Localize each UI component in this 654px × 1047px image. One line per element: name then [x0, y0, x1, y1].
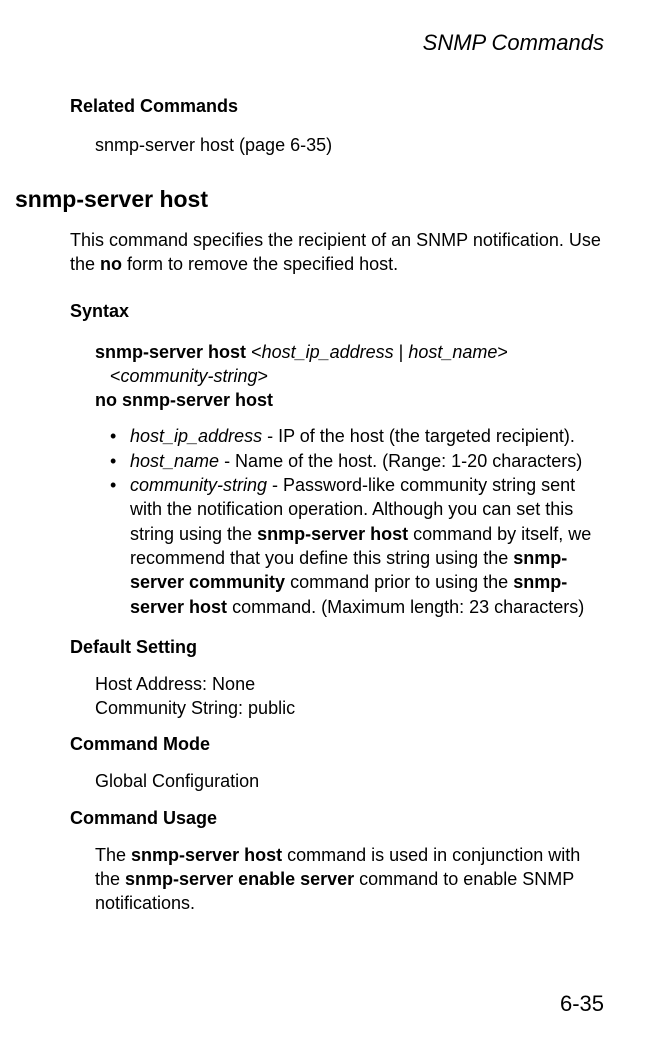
b2-italic: host_name: [130, 451, 219, 471]
syntax-line1-open: <: [251, 342, 262, 362]
related-commands-heading: Related Commands: [70, 96, 609, 117]
syntax-line2-italic: community-string: [121, 366, 258, 386]
syntax-line2-open: <: [110, 366, 121, 386]
b3-text3: command prior to using the: [285, 572, 513, 592]
bullet-item-1: • host_ip_address - IP of the host (the …: [110, 424, 609, 448]
syntax-line3: no snmp-server host: [95, 388, 609, 412]
usage-text1: The: [95, 845, 131, 865]
syntax-line1-close: >: [497, 342, 508, 362]
command-usage-text: The snmp-server host command is used in …: [95, 843, 609, 916]
default-line1: Host Address: None: [95, 674, 255, 694]
page-number: 6-35: [560, 991, 604, 1017]
b3-italic: community-string: [130, 475, 267, 495]
syntax-line1: snmp-server host <host_ip_address | host…: [95, 340, 609, 364]
description-part2: form to remove the specified host.: [122, 254, 398, 274]
b1-text: - IP of the host (the targeted recipient…: [262, 426, 575, 446]
command-mode-heading: Command Mode: [70, 734, 609, 755]
bullet-mark: •: [110, 449, 120, 473]
b3-bold1: snmp-server host: [257, 524, 408, 544]
bullet-list: • host_ip_address - IP of the host (the …: [110, 424, 609, 618]
syntax-line1-bold: snmp-server host: [95, 342, 251, 362]
bullet-text-2: host_name - Name of the host. (Range: 1-…: [130, 449, 609, 473]
description-no-bold: no: [100, 254, 122, 274]
syntax-line2-close: >: [258, 366, 269, 386]
usage-bold1: snmp-server host: [131, 845, 282, 865]
bullet-text-3: community-string - Password-like communi…: [130, 473, 609, 619]
bullet-mark: •: [110, 473, 120, 497]
bullet-item-2: • host_name - Name of the host. (Range: …: [110, 449, 609, 473]
syntax-line1-italic2: host_name: [408, 342, 497, 362]
page-header: SNMP Commands: [15, 30, 609, 56]
b1-italic: host_ip_address: [130, 426, 262, 446]
related-commands-text: snmp-server host (page 6-35): [95, 135, 609, 156]
command-usage-heading: Command Usage: [70, 808, 609, 829]
usage-bold2: snmp-server enable server: [125, 869, 354, 889]
syntax-heading: Syntax: [70, 301, 609, 322]
syntax-line2: <community-string>: [110, 364, 609, 388]
command-description: This command specifies the recipient of …: [70, 228, 609, 277]
default-line2: Community String: public: [95, 698, 295, 718]
syntax-line1-pipe: |: [394, 342, 409, 362]
syntax-block: snmp-server host <host_ip_address | host…: [95, 340, 609, 413]
command-heading: snmp-server host: [15, 186, 609, 213]
bullet-mark: •: [110, 424, 120, 448]
b2-text: - Name of the host. (Range: 1-20 charact…: [219, 451, 582, 471]
b3-text4: command. (Maximum length: 23 characters): [227, 597, 584, 617]
bullet-text-1: host_ip_address - IP of the host (the ta…: [130, 424, 609, 448]
command-mode-text: Global Configuration: [95, 769, 609, 793]
default-setting-heading: Default Setting: [70, 637, 609, 658]
bullet-item-3: • community-string - Password-like commu…: [110, 473, 609, 619]
syntax-line1-italic1: host_ip_address: [262, 342, 394, 362]
default-setting-text: Host Address: None Community String: pub…: [95, 672, 609, 721]
